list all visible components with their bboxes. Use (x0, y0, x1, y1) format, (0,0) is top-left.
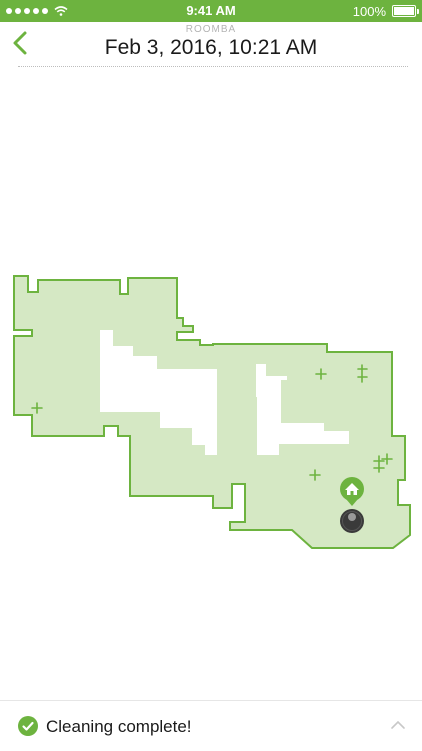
check-icon (18, 716, 38, 736)
status-bar: 9:41 AM 100% (0, 0, 422, 22)
cleaning-map[interactable] (0, 262, 422, 562)
chevron-up-icon[interactable] (390, 719, 406, 731)
battery-percent: 100% (352, 3, 386, 19)
battery-icon (392, 5, 419, 17)
device-name: ROOMBA (185, 24, 237, 35)
header: ROOMBA Feb 3, 2016, 10:21 AM (0, 22, 422, 68)
roomba-icon[interactable] (340, 509, 364, 533)
header-divider (18, 66, 408, 67)
cleaning-status-text: Cleaning complete! (46, 717, 192, 736)
battery-group: 100% (352, 0, 419, 22)
page-title: Feb 3, 2016, 10:21 AM (104, 36, 318, 59)
cleaning-status-bar[interactable]: Cleaning complete! (0, 700, 422, 751)
